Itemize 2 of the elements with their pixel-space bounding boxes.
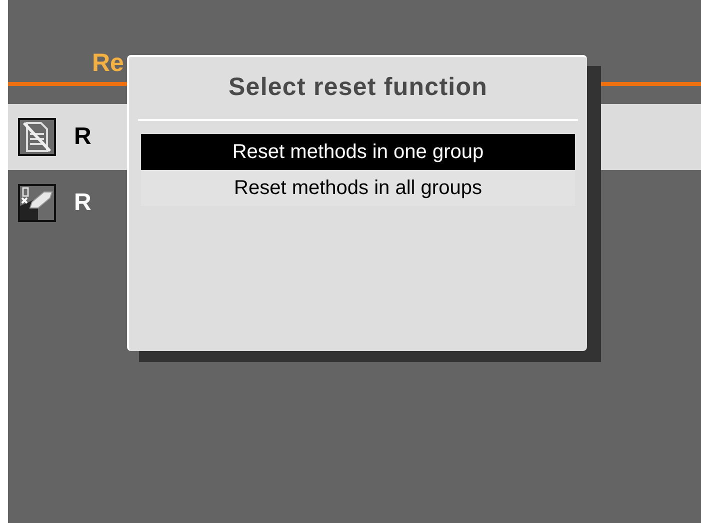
screen-title: Re — [92, 51, 124, 76]
dialog-title: Select reset function — [228, 72, 488, 103]
